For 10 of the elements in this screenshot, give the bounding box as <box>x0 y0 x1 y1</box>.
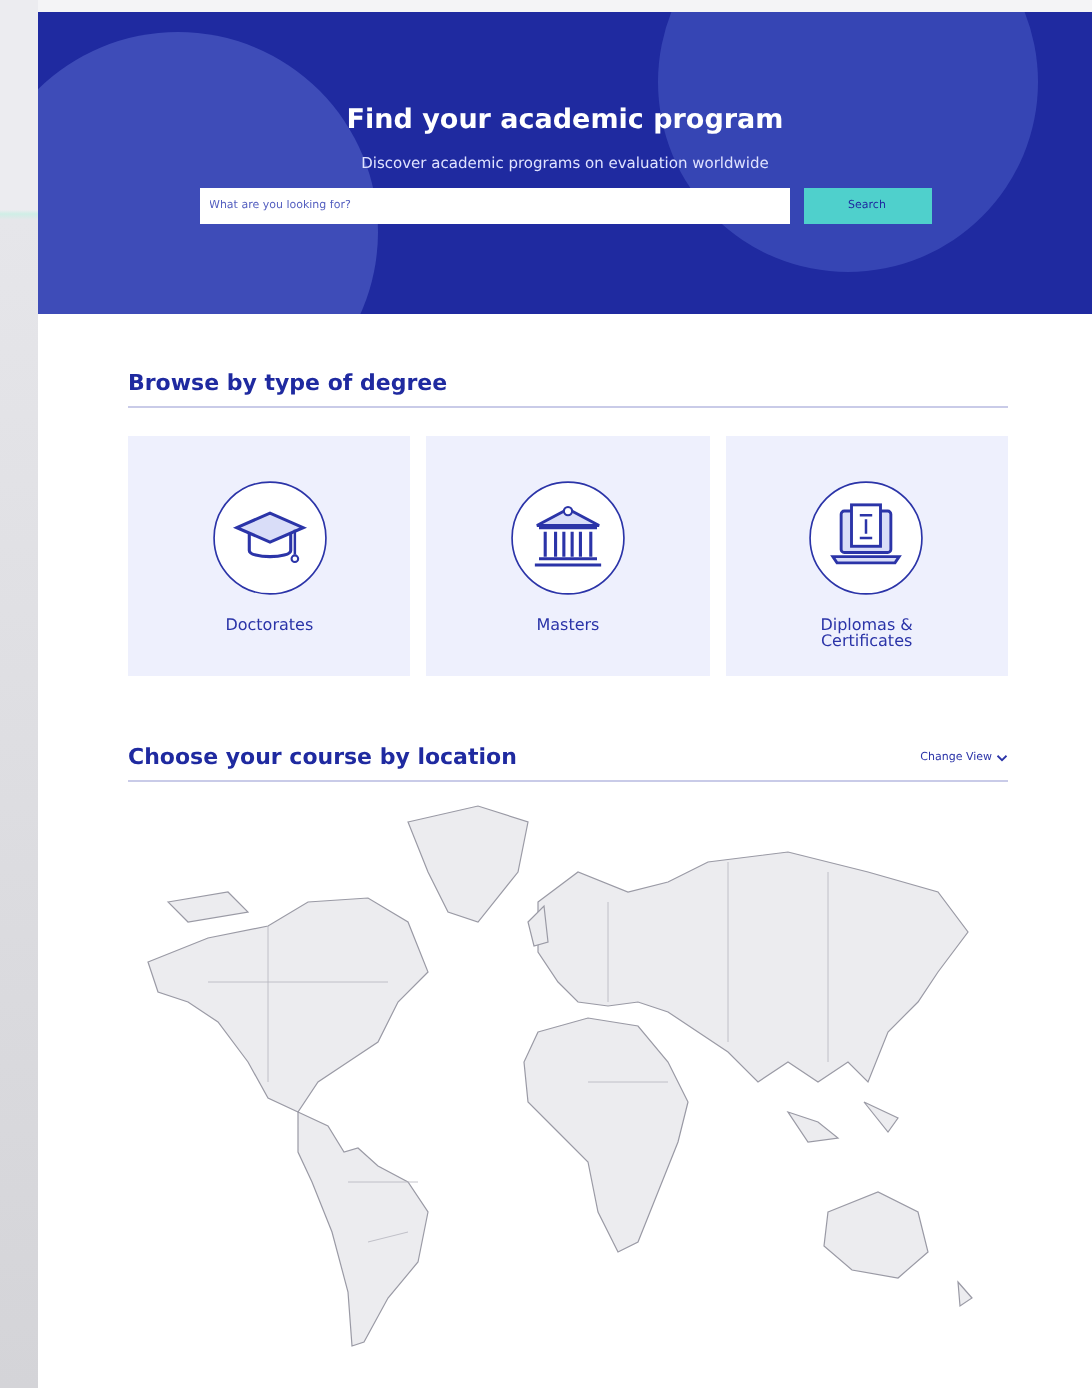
hero-title: Find your academic program <box>346 104 784 136</box>
degree-card[interactable]: Doctorates <box>128 436 411 676</box>
section-title: Browse by type of degree <box>128 370 1008 408</box>
degree-card[interactable]: Masters <box>426 436 710 676</box>
graduation-cap-icon <box>211 480 328 596</box>
section-title: Choose your course by location <box>128 744 517 770</box>
degree-card[interactable]: Diplomas & Certificates <box>725 436 1008 676</box>
chevron-down-icon <box>996 751 1008 763</box>
building-icon <box>509 480 626 596</box>
laptop-icon <box>808 480 925 596</box>
